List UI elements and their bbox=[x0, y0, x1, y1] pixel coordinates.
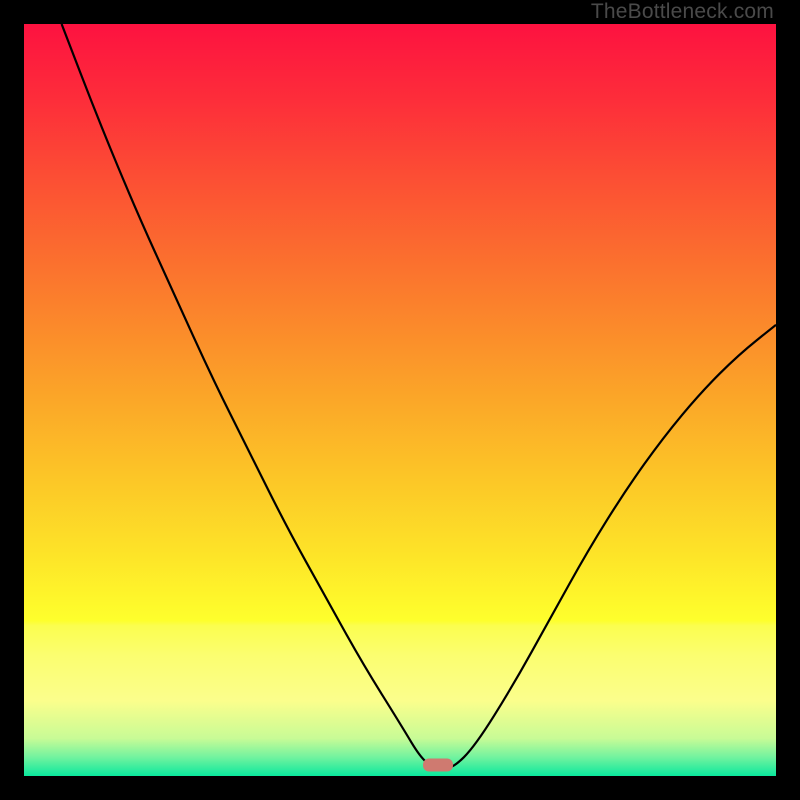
optimal-marker bbox=[423, 758, 453, 771]
watermark-label: TheBottleneck.com bbox=[591, 0, 774, 24]
chart-frame: TheBottleneck.com bbox=[0, 0, 800, 800]
bottleneck-curve bbox=[24, 24, 776, 776]
plot-area bbox=[24, 24, 776, 776]
